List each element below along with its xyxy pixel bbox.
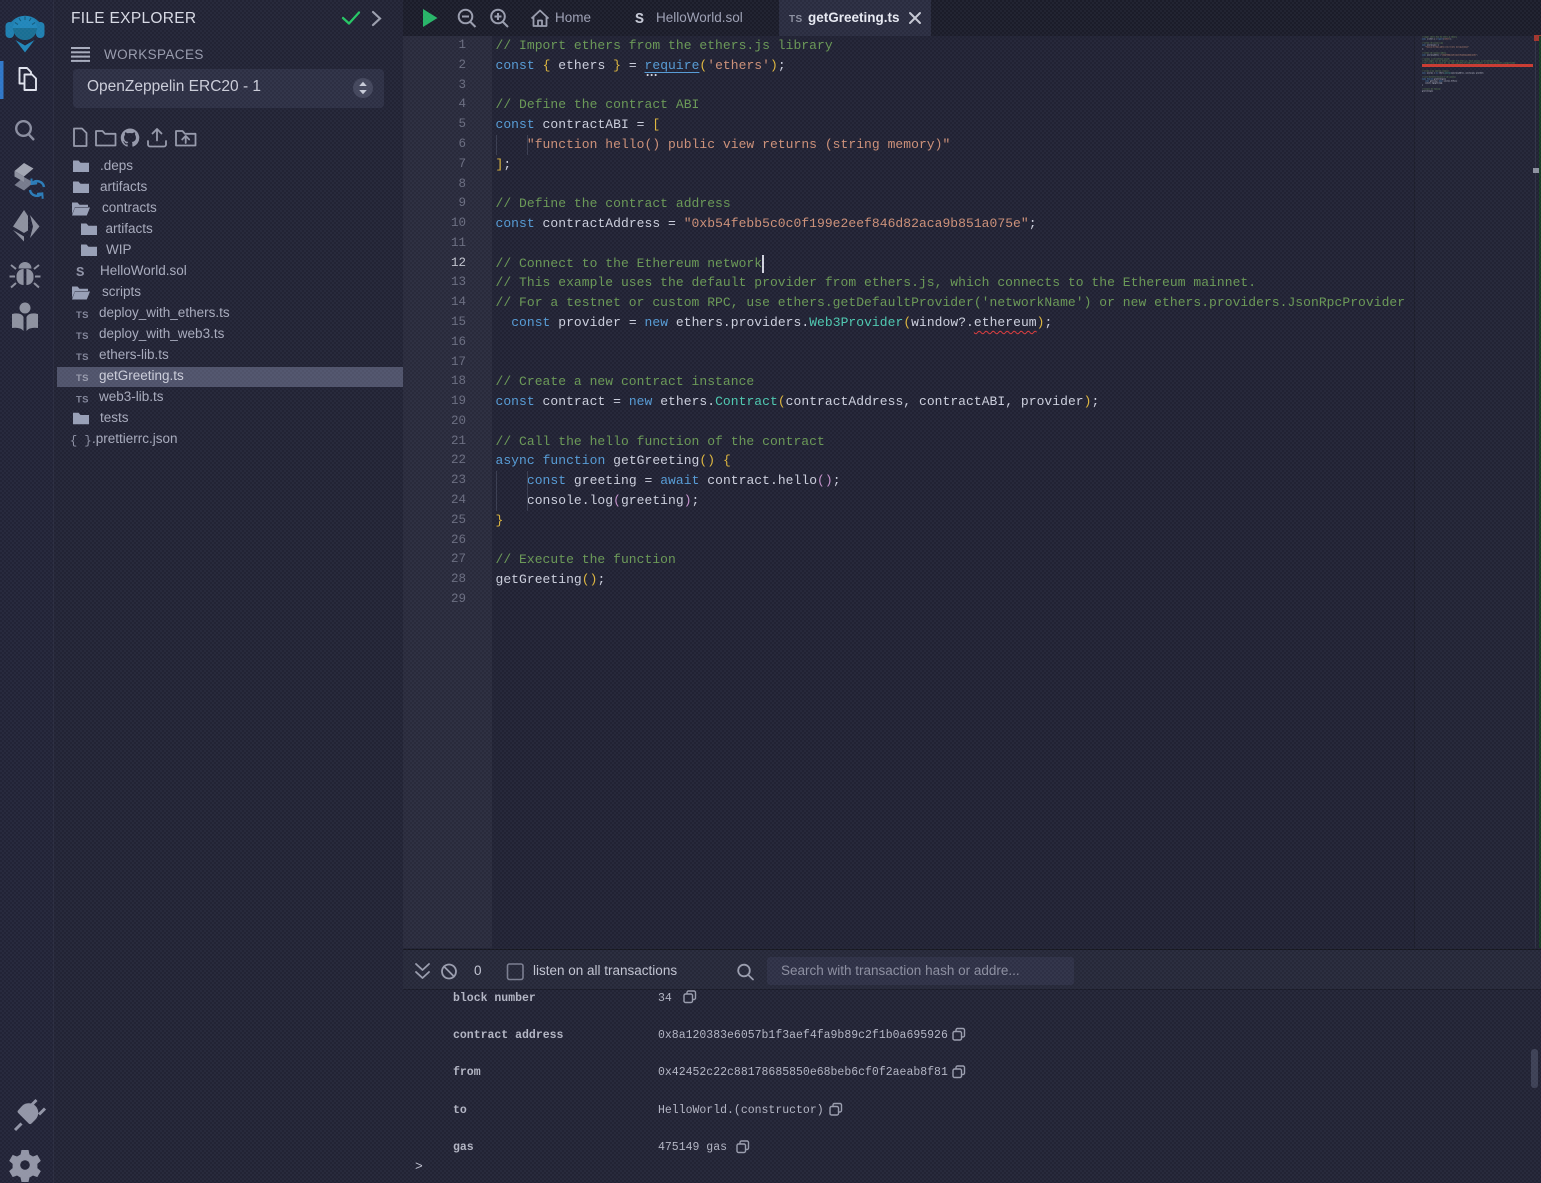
svg-text:S: S xyxy=(635,11,644,28)
svg-text:TS: TS xyxy=(789,14,803,25)
